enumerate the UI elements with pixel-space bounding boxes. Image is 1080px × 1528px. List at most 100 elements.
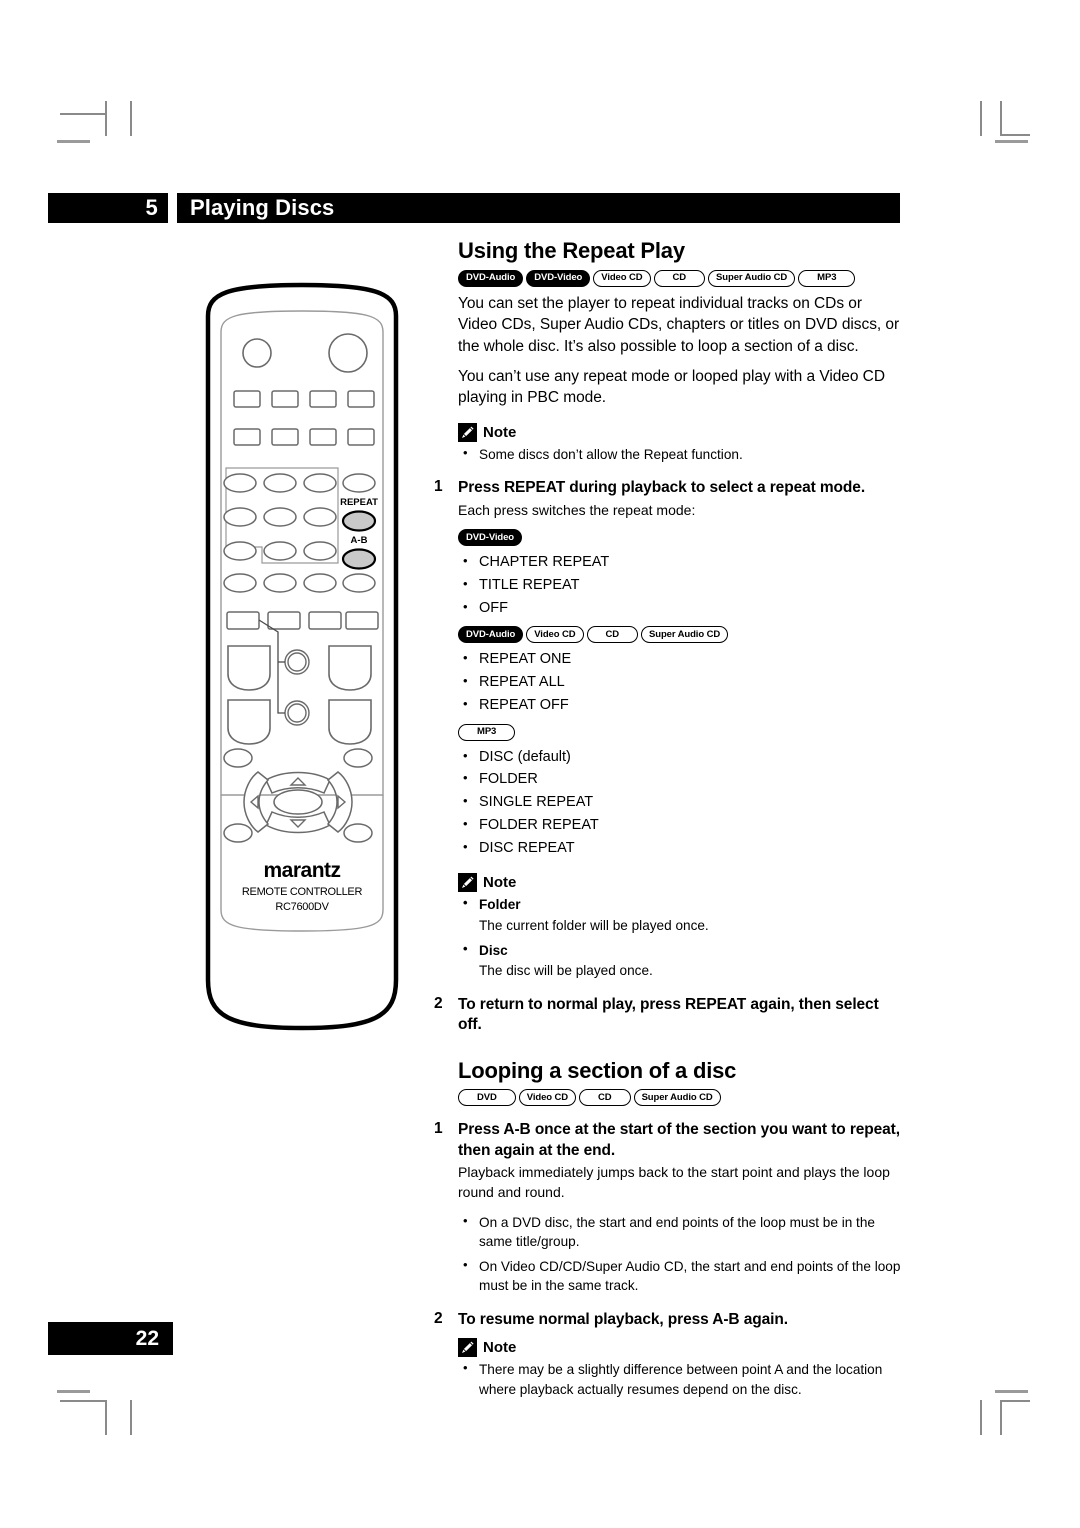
remote-label-ab: A-B <box>351 535 368 546</box>
list-item: OFF <box>458 597 904 620</box>
disc-badge-row-repeat-play: DVD-Audio DVD-Video Video CD CD Super Au… <box>458 269 904 287</box>
note-heading: Note <box>458 422 904 442</box>
repeat-mode-list: DISC (default) FOLDER SINGLE REPEAT FOLD… <box>458 746 904 860</box>
disc-badge-row-mp3: MP3 <box>458 723 904 741</box>
step-press-ab: 1 Press A-B once at the start of the sec… <box>434 1120 904 1202</box>
step-body: Each press switches the repeat mode: <box>458 501 696 518</box>
list-item: REPEAT ONE <box>458 648 904 671</box>
crop-mark-segment <box>980 1400 982 1435</box>
step-title: Press A-B once at the start of the secti… <box>458 1121 900 1159</box>
disc-badge-dvd-audio: DVD-Audio <box>458 626 524 644</box>
step-number: 2 <box>434 994 443 1012</box>
note-term: Disc <box>479 943 508 959</box>
disc-badge-mp3: MP3 <box>798 269 856 287</box>
remote-button-repeat <box>341 510 377 532</box>
svg-text:RC7600DV: RC7600DV <box>275 901 329 913</box>
note-description: The disc will be played once. <box>479 963 653 979</box>
list-item: On a DVD disc, the start and end points … <box>458 1212 904 1252</box>
step-number: 2 <box>434 1309 443 1327</box>
disc-badge-row-dvd-video: DVD-Video <box>458 529 904 547</box>
crop-mark-segment <box>1000 1400 1030 1402</box>
crop-mark-segment <box>980 101 982 136</box>
repeat-mode-group-audio: DVD-Audio Video CD CD Super Audio CD REP… <box>458 626 904 716</box>
intro-paragraph-2: You can’t use any repeat mode or looped … <box>458 368 885 407</box>
crop-mark-segment <box>105 1400 107 1435</box>
disc-badge-super-audio-cd: Super Audio CD <box>641 626 729 644</box>
crop-mark-segment <box>60 113 107 115</box>
disc-badge-row-looping: DVD Video CD CD Super Audio CD <box>458 1089 904 1107</box>
crop-mark-segment <box>1000 1400 1002 1435</box>
note-point-a-difference: Note There may be a slightly difference … <box>458 1338 904 1399</box>
list-item: REPEAT OFF <box>458 694 904 717</box>
repeat-mode-group-dvd-video: DVD-Video CHAPTER REPEAT TITLE REPEAT OF… <box>458 529 904 619</box>
svg-text:marantz: marantz <box>263 859 340 882</box>
disc-badge-cd: CD <box>653 269 706 287</box>
disc-badge-super-audio-cd: Super Audio CD <box>708 269 796 287</box>
pencil-icon <box>458 873 477 893</box>
disc-badge-dvd-video: DVD-Video <box>526 269 591 287</box>
list-item: FOLDER REPEAT <box>458 814 904 837</box>
section-title-looping: Looping a section of a disc <box>458 1057 737 1083</box>
disc-badge-video-cd: Video CD <box>593 269 651 287</box>
crop-mark-segment <box>995 140 1028 143</box>
svg-text:REMOTE CONTROLLER: REMOTE CONTROLLER <box>242 886 363 898</box>
note-label: Note <box>483 423 517 441</box>
note-label: Note <box>483 1339 517 1357</box>
crop-mark-segment <box>1000 101 1002 136</box>
step-title: To return to normal play, press REPEAT a… <box>458 995 879 1034</box>
note-description: The current folder will be played once. <box>479 917 709 933</box>
crop-mark-segment <box>1000 134 1030 136</box>
page-number: 22 <box>48 1322 173 1355</box>
repeat-mode-group-mp3: MP3 DISC (default) FOLDER SINGLE REPEAT … <box>458 723 904 860</box>
note-list: There may be a slightly difference betwe… <box>458 1359 904 1399</box>
disc-badge-video-cd: Video CD <box>526 626 584 644</box>
note-item: Some discs don’t allow the Repeat functi… <box>458 444 904 464</box>
disc-badge-video-cd: Video CD <box>518 1089 577 1107</box>
step-body: Playback immediately jumps back to the s… <box>458 1164 890 1200</box>
disc-badge-cd: CD <box>586 626 639 644</box>
pencil-icon <box>458 422 477 442</box>
step-number: 1 <box>434 1120 443 1138</box>
section-title-repeat-play: Using the Repeat Play <box>458 238 685 263</box>
crop-mark-segment <box>57 1390 90 1393</box>
pencil-icon <box>458 1338 477 1358</box>
list-item: DISC (default) <box>458 746 904 769</box>
crop-mark-segment <box>995 1390 1028 1393</box>
disc-badge-row-audio: DVD-Audio Video CD CD Super Audio CD <box>458 626 904 644</box>
chapter-header: 5 Playing Discs <box>48 193 900 223</box>
step-resume-normal-playback: 2 To resume normal playback, press A-B a… <box>434 1310 904 1330</box>
remote-control-illustration: marantz REMOTE CONTROLLER RC7600DV REPEA… <box>196 280 408 1042</box>
crop-mark-segment <box>130 101 132 136</box>
list-item: On Video CD/CD/Super Audio CD, the start… <box>458 1256 904 1296</box>
intro-paragraph-1: You can set the player to repeat individ… <box>458 294 900 355</box>
note-item: There may be a slightly difference betwe… <box>458 1359 904 1399</box>
remote-label-repeat: REPEAT <box>340 497 378 508</box>
disc-badge-super-audio-cd: Super Audio CD <box>633 1089 721 1107</box>
note-list: Folder The current folder will be played… <box>458 894 904 981</box>
list-item: DISC REPEAT <box>458 837 904 860</box>
chapter-title: Playing Discs <box>177 193 900 223</box>
note-heading: Note <box>458 1338 904 1358</box>
note-heading: Note <box>458 873 904 893</box>
note-folder-disc: Note Folder The current folder will be p… <box>458 873 904 980</box>
disc-badge-dvd-audio: DVD-Audio <box>458 269 524 287</box>
step-title: Press REPEAT during playback to select a… <box>458 479 866 497</box>
crop-mark-segment <box>57 140 90 143</box>
remote-button-ab <box>341 548 377 570</box>
note-list: Some discs don’t allow the Repeat functi… <box>458 444 904 464</box>
disc-badge-dvd: DVD <box>458 1089 516 1107</box>
note-label: Note <box>483 874 517 892</box>
note-item: Disc The disc will be played once. <box>458 940 904 981</box>
list-item: CHAPTER REPEAT <box>458 551 904 574</box>
list-item: REPEAT ALL <box>458 671 904 694</box>
crop-mark-segment <box>105 101 107 136</box>
disc-badge-cd: CD <box>579 1089 631 1107</box>
repeat-mode-list: CHAPTER REPEAT TITLE REPEAT OFF <box>458 551 904 620</box>
note-term: Folder <box>479 897 521 913</box>
disc-badge-dvd-video: DVD-Video <box>458 529 523 547</box>
chapter-number: 5 <box>48 193 168 223</box>
list-item: SINGLE REPEAT <box>458 791 904 814</box>
step-number: 1 <box>434 478 443 496</box>
main-content: Using the Repeat Play DVD-Audio DVD-Vide… <box>434 238 904 1405</box>
step-title: To resume normal playback, press A-B aga… <box>458 1310 788 1328</box>
